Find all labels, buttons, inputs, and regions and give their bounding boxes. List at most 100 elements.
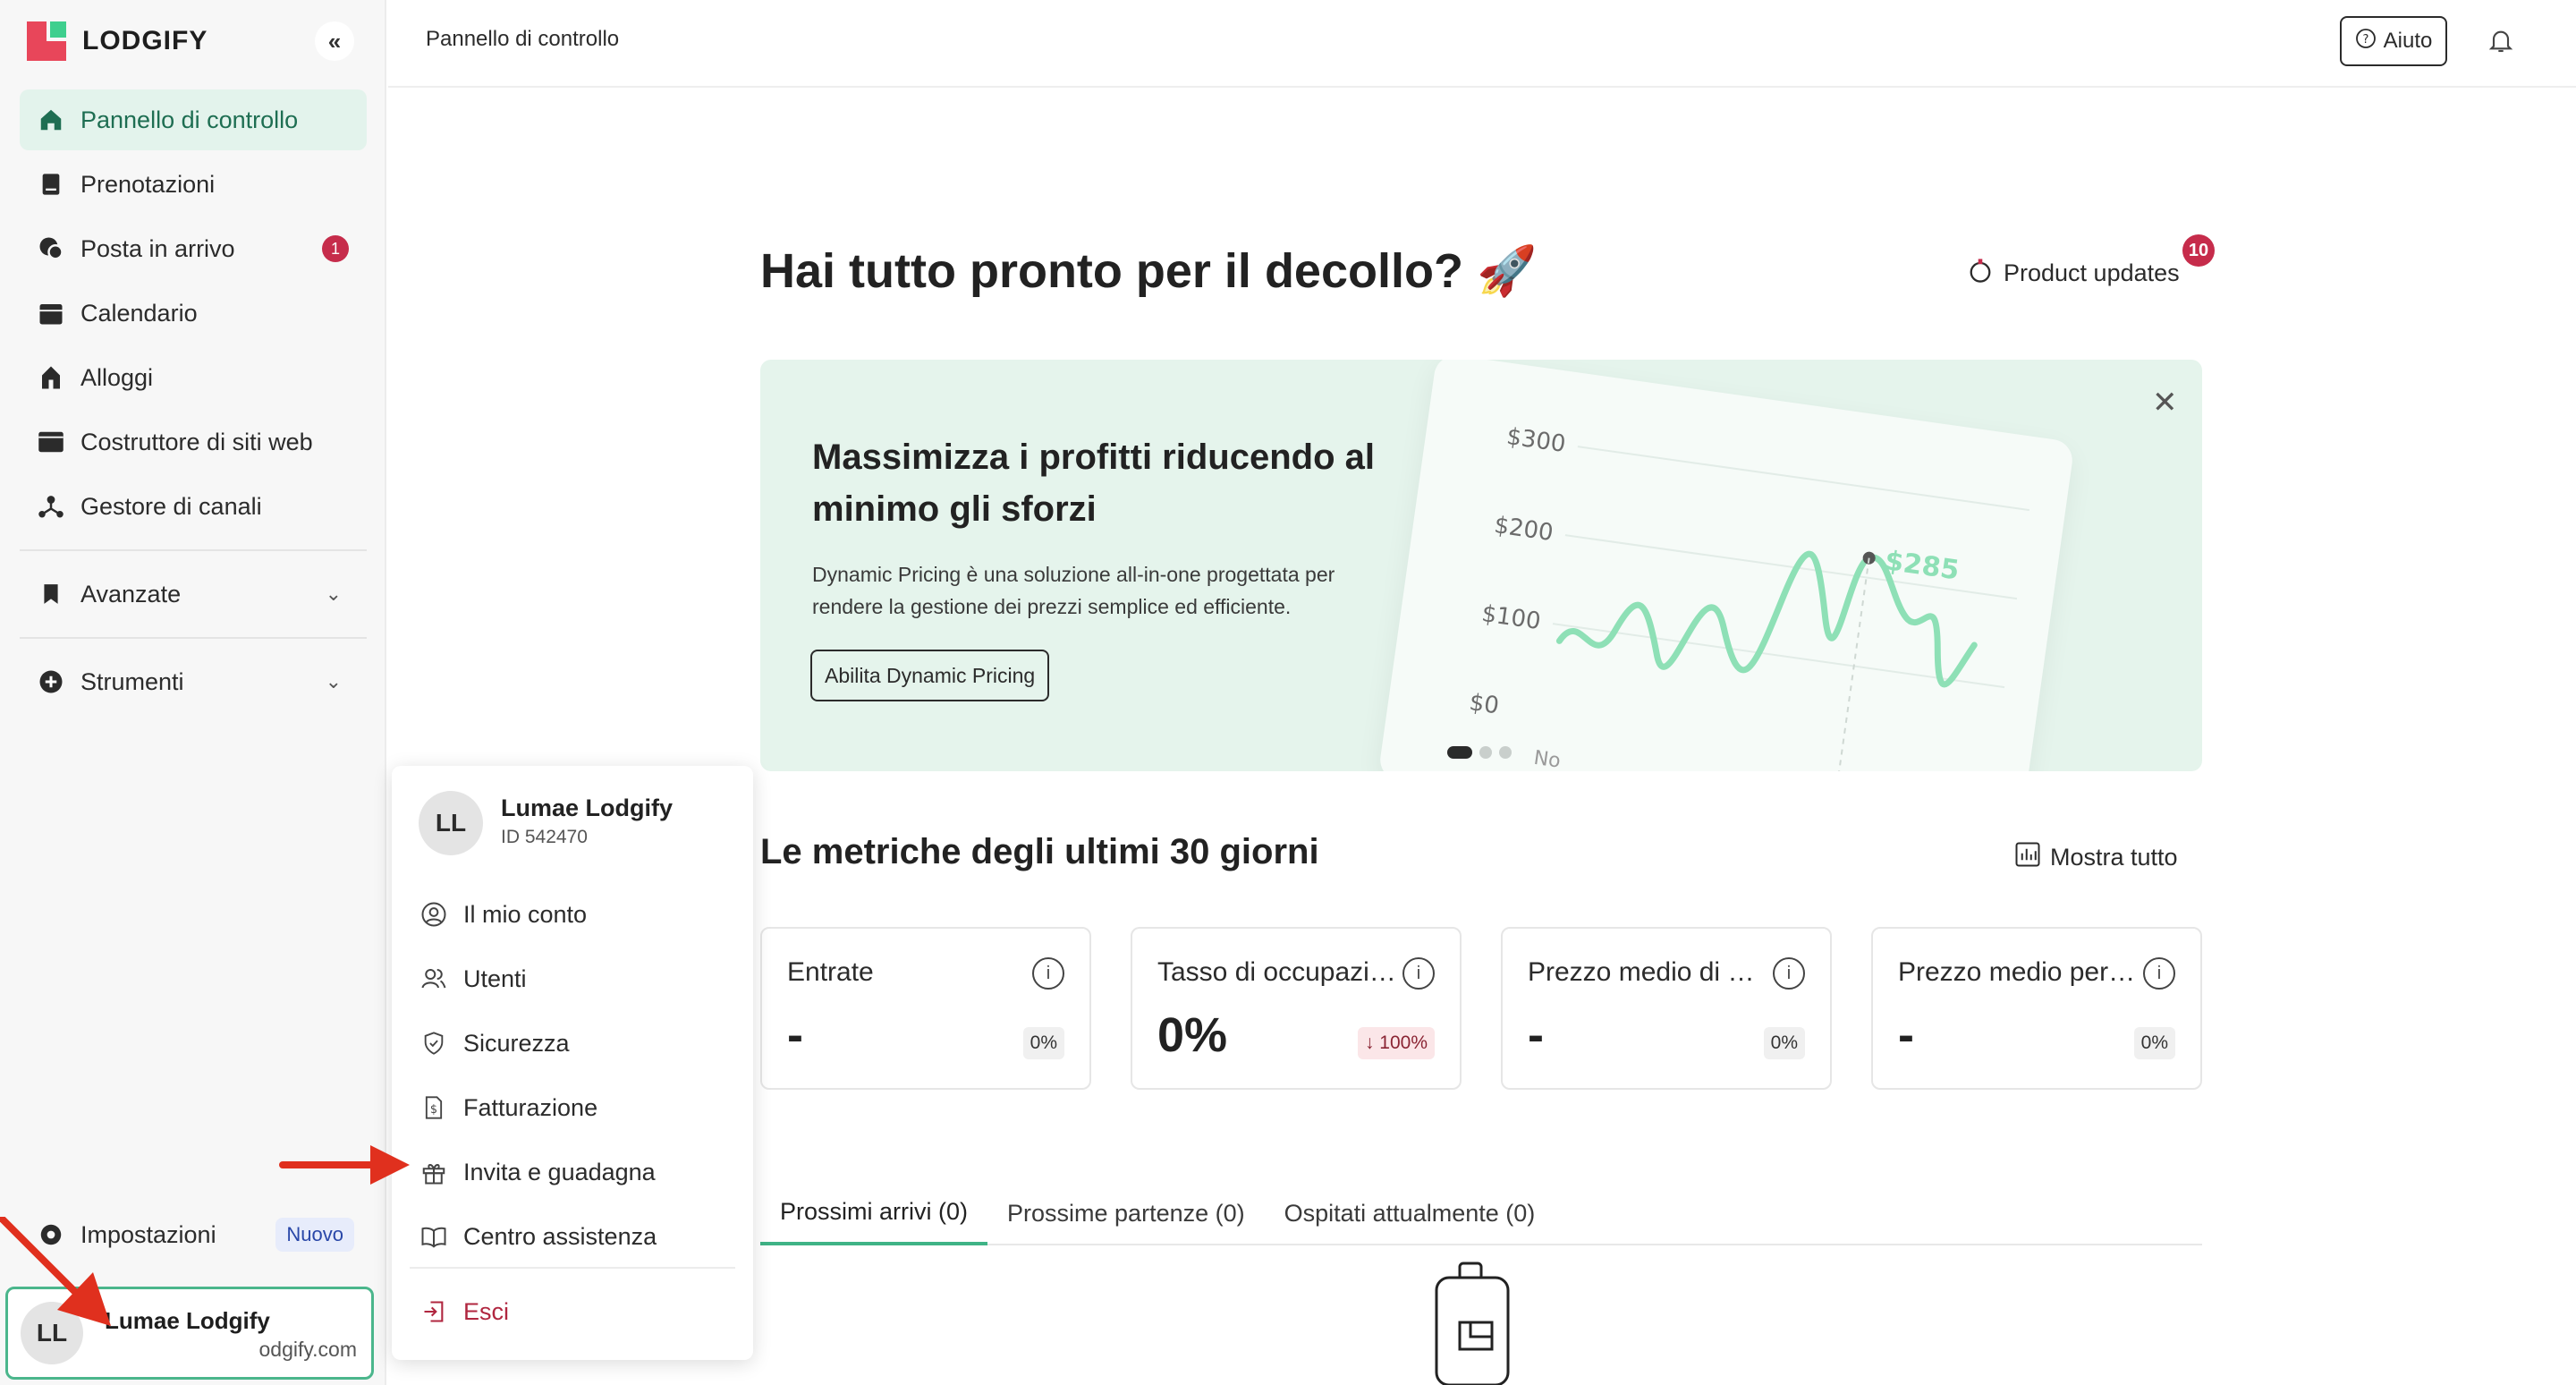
metric-label: Prezzo medio per prenotazione (1898, 957, 2140, 987)
metric-delta: ↓ 100% (1357, 1027, 1435, 1059)
network-icon (36, 491, 66, 522)
sidebar-item-calendar[interactable]: Calendario (20, 283, 367, 344)
chart-axis-fragment: No (1532, 747, 1562, 771)
calendar-icon (36, 298, 66, 328)
carousel-dot[interactable] (1479, 746, 1492, 759)
users-icon (419, 964, 449, 994)
sidebar-group-label: Strumenti (80, 667, 184, 695)
reservation-tabs: Prossimi arrivi (0) Prossime partenze (0… (760, 1181, 2202, 1245)
close-icon[interactable]: ✕ (2152, 385, 2178, 421)
notifications-bell-icon[interactable] (2487, 25, 2522, 61)
chat-icon (36, 234, 66, 264)
metric-label: Prezzo medio di notte (1528, 957, 1769, 987)
sidebar-nav: Pannello di controllo Prenotazioni Posta… (20, 89, 367, 716)
user-name: Lumae Lodgify (105, 1307, 270, 1334)
menu-item-logout[interactable]: Esci (419, 1279, 509, 1344)
help-button[interactable]: ? Aiuto (2340, 16, 2447, 66)
metric-card-avg-nightly-price[interactable]: Prezzo medio di notte i - 0% (1501, 927, 1832, 1090)
tab-upcoming-arrivals[interactable]: Prossimi arrivi (0) (760, 1181, 988, 1245)
svg-text:?: ? (2362, 33, 2368, 47)
lodgify-logo-icon (27, 21, 66, 61)
carousel-dots (1447, 746, 1512, 759)
menu-user-id: ID 542470 (501, 827, 588, 847)
metric-label: Tasso di occupazione (1157, 957, 1399, 987)
banner-title: Massimizza i profitti riducendo al minim… (812, 438, 1375, 529)
carousel-dot[interactable] (1499, 746, 1512, 759)
annotation-arrow-icon (279, 1145, 410, 1185)
menu-item-invite-earn[interactable]: Invita e guadagna (419, 1140, 741, 1204)
sidebar-divider (20, 549, 367, 551)
house-icon (36, 362, 66, 393)
sidebar-item-properties[interactable]: Alloggi (20, 347, 367, 408)
tab-current-guests[interactable]: Ospitati attualmente (0) (1265, 1181, 1555, 1245)
info-icon[interactable]: i (2143, 957, 2175, 990)
info-icon[interactable]: i (1402, 957, 1435, 990)
metric-card-avg-booking-price[interactable]: Prezzo medio per prenotazione i - 0% (1871, 927, 2202, 1090)
gift-icon (419, 1157, 449, 1187)
sidebar-item-website-builder[interactable]: Costruttore di siti web (20, 412, 367, 472)
metrics-title: Le metriche degli ultimi 30 giorni (760, 832, 1319, 871)
sidebar-item-bookings[interactable]: Prenotazioni (20, 154, 367, 215)
tab-upcoming-departures[interactable]: Prossime partenze (0) (987, 1181, 1265, 1245)
menu-item-label: Invita e guadagna (463, 1158, 656, 1185)
metric-value: - (1898, 1008, 1914, 1062)
menu-item-label: Il mio conto (463, 900, 588, 928)
menu-item-label: Utenti (463, 964, 527, 992)
product-updates-label: Product updates (2004, 259, 2180, 286)
sidebar-item-inbox[interactable]: Posta in arrivo 1 (20, 218, 367, 279)
menu-item-security[interactable]: Sicurezza (419, 1011, 741, 1075)
bar-chart-icon (2014, 841, 2041, 874)
help-label: Aiuto (2383, 29, 2433, 53)
logout-icon (419, 1296, 449, 1327)
info-icon[interactable]: i (1032, 957, 1064, 990)
bookmark-icon (36, 579, 66, 609)
metric-value: - (1528, 1008, 1544, 1062)
show-all-link[interactable]: Mostra tutto (2014, 841, 2178, 874)
menu-item-my-account[interactable]: Il mio conto (419, 882, 741, 947)
info-icon[interactable]: i (1773, 957, 1805, 990)
menu-item-users[interactable]: Utenti (419, 947, 741, 1011)
user-menu: LL Lumae Lodgify ID 542470 Il mio conto … (392, 766, 753, 1360)
question-circle-icon: ? (2355, 28, 2377, 55)
metric-card-occupancy[interactable]: Tasso di occupazione i 0% ↓ 100% (1131, 927, 1462, 1090)
menu-item-label: Fatturazione (463, 1093, 598, 1121)
metric-card-revenue[interactable]: Entrate i - 0% (760, 927, 1091, 1090)
chart-tick-label: $0 (1468, 689, 1501, 719)
menu-item-label: Sicurezza (463, 1029, 570, 1057)
logo[interactable]: LODGIFY (27, 21, 208, 61)
user-menu-header: LL (419, 791, 483, 855)
sidebar-item-label: Alloggi (80, 363, 154, 391)
chart-tick-label: $300 (1505, 423, 1568, 458)
menu-item-help-center[interactable]: Centro assistenza (419, 1204, 741, 1269)
sidebar-divider (20, 637, 367, 639)
logo-text: LODGIFY (82, 26, 208, 55)
avatar: LL (419, 791, 483, 855)
sidebar-item-channel-manager[interactable]: Gestore di canali (20, 476, 367, 537)
product-updates-link[interactable]: Product updates (1968, 256, 2180, 291)
metric-value: 0% (1157, 1008, 1228, 1062)
sidebar-item-label: Pannello di controllo (80, 106, 299, 133)
shield-icon (419, 1028, 449, 1058)
sidebar-group-tools[interactable]: Strumenti ⌄ (20, 651, 367, 712)
new-badge: Nuovo (275, 1218, 354, 1252)
enable-dynamic-pricing-button[interactable]: Abilita Dynamic Pricing (810, 650, 1050, 701)
invoice-icon: $ (419, 1092, 449, 1123)
metric-delta: 0% (2133, 1027, 2175, 1059)
metric-delta: 0% (1022, 1027, 1064, 1059)
annotation-arrow-icon (0, 1217, 111, 1326)
collapse-sidebar-button[interactable]: « (315, 21, 354, 61)
sidebar-group-advanced[interactable]: Avanzate ⌄ (20, 564, 367, 625)
suitcase-icon (1424, 1260, 1531, 1385)
unread-badge: 1 (322, 235, 349, 262)
book-icon (36, 169, 66, 200)
menu-item-billing[interactable]: $ Fatturazione (419, 1075, 741, 1140)
bulb-icon (1968, 256, 1993, 291)
carousel-dot[interactable] (1447, 746, 1472, 759)
chart-highlight-label: $285 (1883, 545, 1962, 586)
sidebar-item-dashboard[interactable]: Pannello di controllo (20, 89, 367, 150)
browser-icon (36, 427, 66, 457)
home-icon (36, 105, 66, 135)
user-menu-items: Il mio conto Utenti Sicurezza $ Fatturaz… (419, 882, 741, 1269)
chevron-down-icon: ⌄ (325, 670, 342, 692)
open-book-icon (419, 1221, 449, 1252)
